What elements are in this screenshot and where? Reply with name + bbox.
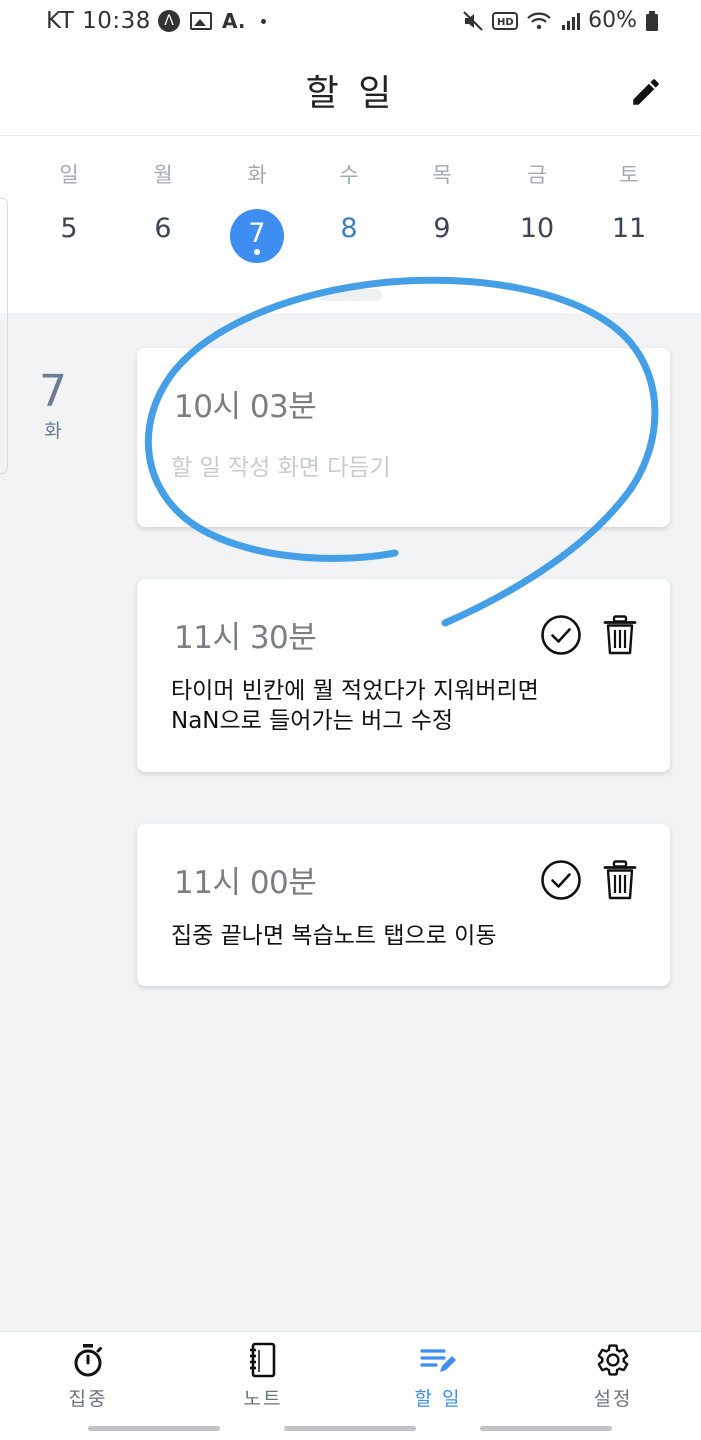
day-name: 수: [339, 163, 359, 187]
date-label: 7 화: [30, 368, 76, 443]
tab-label: 집중: [68, 1388, 108, 1410]
todo-text: 타이머 빈칸에 뭘 적었다가 지워버리면 NaN으로 들어가는 버그 수정: [171, 676, 640, 736]
notification-icons: Λ A.: [158, 9, 267, 33]
trash-icon[interactable]: [603, 860, 637, 900]
day-name: 화: [247, 163, 267, 187]
todo-time: 11시 00분: [174, 865, 317, 901]
expand-handle[interactable]: [318, 289, 382, 301]
day-number: 10: [519, 213, 555, 244]
bottom-navigation: 집중 노트 할 일 설정: [0, 1331, 701, 1440]
todo-card[interactable]: 11시 00분 집중 끝나면 복습노트 탭으로 이동: [137, 824, 670, 986]
signal-icon: [562, 12, 581, 30]
todo-time: 11시 30분: [174, 620, 317, 656]
tab-todo[interactable]: 할 일: [378, 1332, 498, 1414]
day-number-selected: 7: [230, 209, 284, 263]
day-name: 월: [153, 163, 173, 187]
svg-text:HD: HD: [497, 17, 514, 28]
edit-button[interactable]: [622, 68, 670, 116]
gesture-bar: [480, 1426, 612, 1431]
battery-percent: 60%: [588, 8, 637, 33]
status-bar: KT 10:38 Λ A. HD 60%: [0, 0, 701, 44]
notebook-icon: [250, 1342, 276, 1378]
carrier-time: KT 10:38: [46, 8, 151, 34]
stopwatch-icon: [74, 1344, 102, 1377]
date-number: 7: [39, 366, 67, 417]
tab-label: 노트: [243, 1388, 283, 1410]
tab-focus[interactable]: 집중: [28, 1332, 148, 1414]
day-wed[interactable]: 수 8: [314, 159, 384, 263]
left-drawer-edge[interactable]: [0, 198, 8, 474]
day-number: 11: [611, 213, 647, 244]
page-title: 할 일: [305, 73, 396, 114]
battery-icon: [646, 10, 658, 31]
day-fri[interactable]: 금 10: [502, 159, 572, 263]
date-weekday: 화: [44, 420, 62, 442]
wifi-icon: [527, 12, 551, 29]
todo-draft-card[interactable]: 10시 03분 할 일 작성 화면 다듬기: [137, 348, 670, 527]
trash-icon[interactable]: [603, 615, 637, 655]
day-name: 목: [432, 163, 452, 187]
week-calendar: 일 5 월 6 화 7 수 8 목 9 금 10 토 11: [0, 137, 701, 313]
todo-text-line: NaN으로 들어가는 버그 수정: [171, 708, 454, 734]
mute-icon: [463, 10, 483, 31]
todo-time: 10시 03분: [174, 389, 317, 425]
gesture-bar: [88, 1426, 220, 1431]
todo-list-icon: [420, 1349, 456, 1372]
check-circle-icon[interactable]: [540, 859, 582, 901]
day-number: 5: [60, 213, 78, 244]
day-number: 8: [340, 213, 358, 244]
nav-circle-icon: Λ: [158, 10, 180, 32]
a-letter-icon: A.: [222, 9, 246, 33]
day-name: 토: [619, 163, 639, 187]
day-name: 일: [59, 163, 79, 187]
dot-icon: [261, 18, 267, 24]
todo-text: 집중 끝나면 복습노트 탭으로 이동: [171, 923, 497, 949]
tab-label: 할 일: [414, 1388, 462, 1410]
gesture-bar: [284, 1426, 416, 1431]
todo-text-input[interactable]: 할 일 작성 화면 다듬기: [171, 453, 640, 483]
day-number: 6: [154, 213, 172, 244]
app-header: 할 일: [0, 44, 701, 136]
pencil-icon: [633, 79, 659, 105]
gear-icon: [597, 1344, 629, 1376]
todo-text-line: 타이머 빈칸에 뭘 적었다가 지워버리면: [171, 678, 539, 704]
day-number: 9: [433, 213, 451, 244]
day-thu[interactable]: 목 9: [407, 159, 477, 263]
tab-settings[interactable]: 설정: [553, 1332, 673, 1414]
hd-icon: HD: [492, 11, 519, 30]
day-tue-selected[interactable]: 화 7: [222, 159, 292, 263]
day-sat[interactable]: 토 11: [594, 159, 664, 263]
image-icon: [190, 12, 212, 30]
todo-card[interactable]: 11시 30분 타이머 빈칸에 뭘 적었다가 지워버리면 NaN으로 들어가는 …: [137, 579, 670, 772]
system-status: HD 60%: [462, 8, 659, 33]
day-mon[interactable]: 월 6: [128, 159, 198, 263]
todo-list-area[interactable]: 7 화 10시 03분 할 일 작성 화면 다듬기 11시 30분 타이머 빈칸…: [0, 313, 701, 1331]
check-circle-icon[interactable]: [540, 614, 582, 656]
tab-label: 설정: [593, 1388, 633, 1410]
tab-notes[interactable]: 노트: [203, 1332, 323, 1414]
day-name: 금: [527, 163, 547, 187]
day-sun[interactable]: 일 5: [34, 159, 104, 263]
